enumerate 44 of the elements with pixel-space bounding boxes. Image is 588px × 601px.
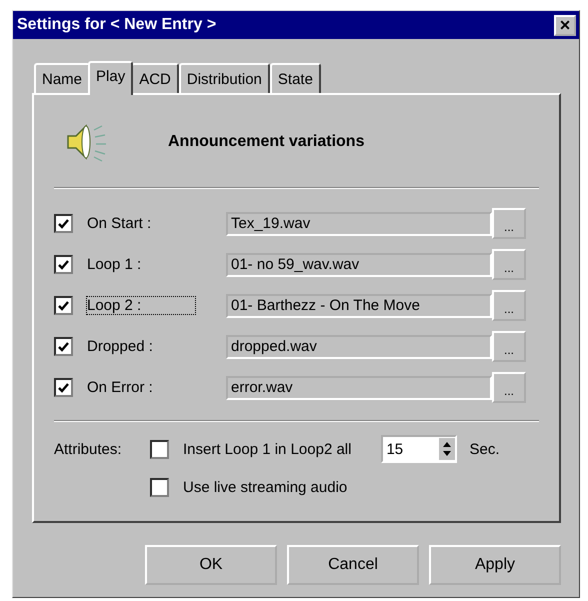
- close-button[interactable]: ×: [554, 14, 576, 36]
- checkbox[interactable]: [54, 337, 73, 356]
- tab[interactable]: ACD: [131, 63, 179, 93]
- tab[interactable]: Name: [34, 63, 90, 93]
- interval-spinner[interactable]: 15: [381, 435, 458, 463]
- dialog-button[interactable]: OK: [145, 545, 277, 585]
- check-icon: [58, 382, 69, 392]
- checkbox-label: Insert Loop 1 in Loop2 all: [183, 440, 352, 458]
- file-field[interactable]: dropped.wav: [226, 334, 492, 358]
- window-title: Settings for < New Entry >: [17, 16, 216, 34]
- tab[interactable]: Distribution: [178, 63, 270, 93]
- checkbox[interactable]: [54, 378, 73, 397]
- attributes-label: Attributes:: [54, 440, 123, 458]
- dialog-button[interactable]: Cancel: [287, 545, 419, 585]
- file-field[interactable]: 01- Barthezz - On The Move: [226, 294, 492, 318]
- check-icon: [58, 218, 69, 228]
- browse-button[interactable]: ...: [492, 331, 526, 362]
- tab[interactable]: State: [270, 63, 321, 93]
- file-field[interactable]: 01- no 59_wav.wav: [226, 252, 492, 276]
- variation-label: Dropped :: [87, 338, 154, 355]
- check-icon: [58, 342, 69, 352]
- variation-label: Loop 2 :: [87, 297, 195, 314]
- check-icon: [58, 260, 69, 270]
- checkbox-label: Use live streaming audio: [183, 478, 348, 496]
- checkbox[interactable]: [150, 478, 169, 496]
- file-field[interactable]: Tex_19.wav: [226, 212, 492, 236]
- spin-arrows-icon[interactable]: [439, 438, 456, 460]
- checkbox[interactable]: [54, 296, 73, 315]
- dialog-button[interactable]: Apply: [429, 545, 561, 585]
- browse-button[interactable]: ...: [492, 290, 526, 321]
- section-heading: Announcement variations: [168, 133, 364, 151]
- browse-button[interactable]: ...: [492, 249, 526, 280]
- check-icon: [58, 300, 69, 310]
- unit-label: Sec.: [469, 440, 500, 458]
- tab[interactable]: Play: [88, 61, 134, 95]
- checkbox[interactable]: [54, 214, 73, 233]
- browse-button[interactable]: ...: [492, 372, 526, 403]
- browse-button[interactable]: ...: [492, 208, 526, 239]
- checkbox[interactable]: [54, 255, 73, 274]
- file-field[interactable]: error.wav: [226, 376, 492, 400]
- checkbox[interactable]: [150, 440, 169, 458]
- variation-label: Loop 1 :: [87, 256, 142, 273]
- variation-label: On Error :: [87, 379, 154, 396]
- variation-label: On Start :: [87, 215, 152, 232]
